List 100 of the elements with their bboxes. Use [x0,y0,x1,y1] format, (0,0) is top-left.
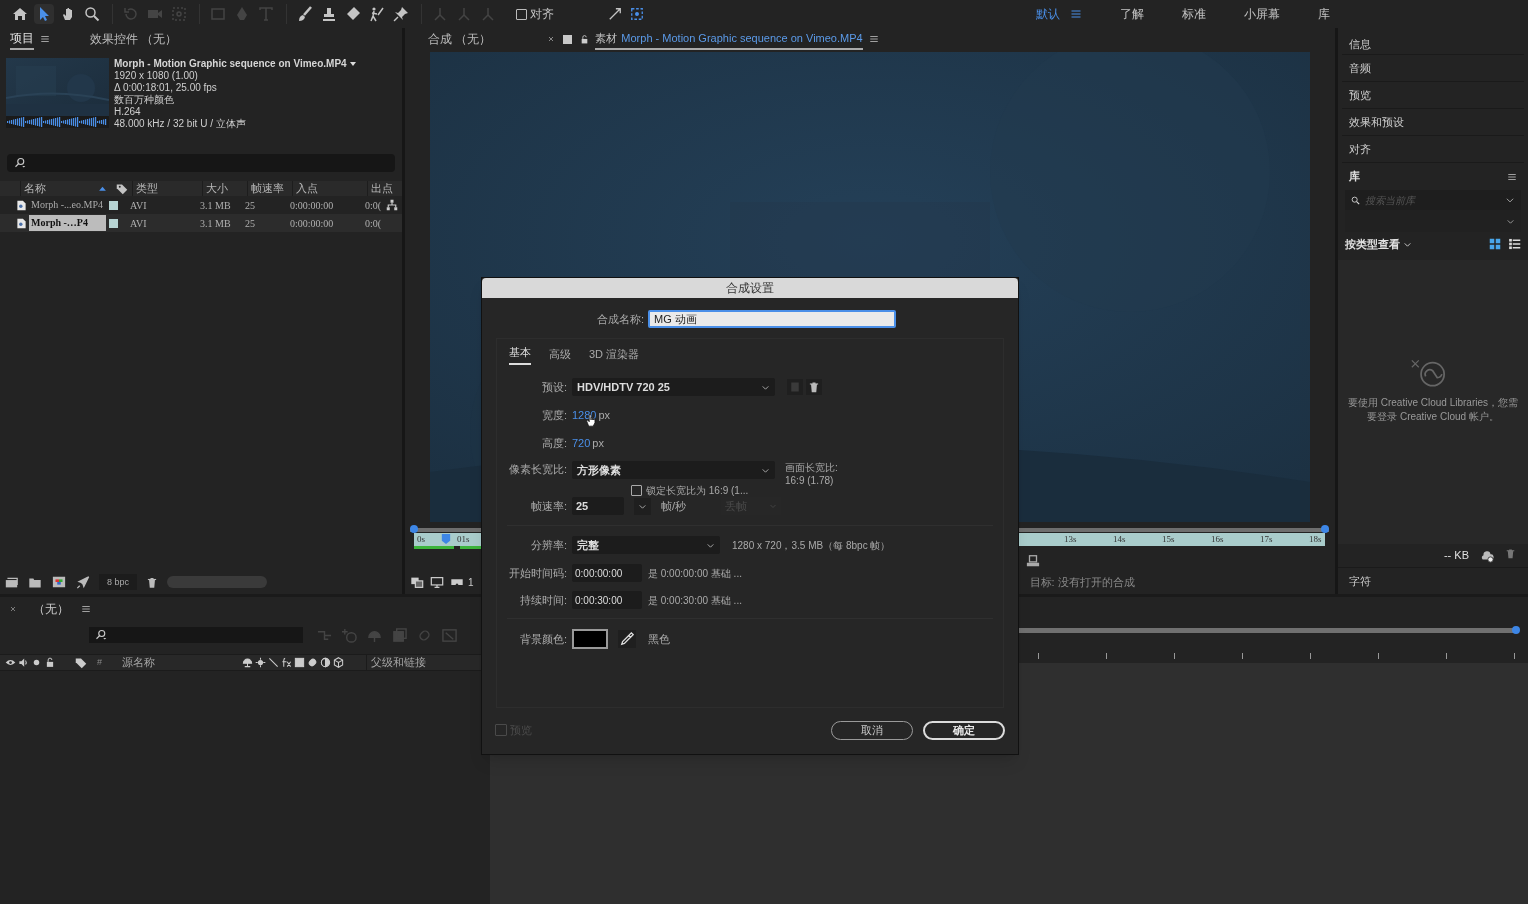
search-field[interactable] [7,154,395,172]
field-label: 画面长宽比: [785,461,838,474]
chevron-down-icon[interactable] [1505,195,1515,205]
flowchart-icon[interactable] [386,199,398,211]
trash-icon[interactable] [806,379,822,395]
expand-arrow-icon[interactable] [608,7,622,21]
sort-ascending-icon[interactable] [97,184,108,193]
workspace-tab[interactable]: 小屏幕 [1244,5,1280,23]
search-icon [13,157,27,169]
file-name: Morph -…P4 [29,215,106,231]
search-icon [1351,195,1360,205]
eye-icon[interactable] [5,657,16,668]
folder-icon[interactable] [28,575,42,589]
panel-tab[interactable]: 项目 [10,28,34,50]
column-header[interactable]: 类型 [136,180,158,197]
table-cell-text: 0:00:00:00 [290,216,335,231]
name-input-field[interactable]: MG 动画 [648,310,896,328]
workspace-tab[interactable]: 默认 [1036,5,1060,23]
eyedropper-icon[interactable] [618,630,636,648]
viewer-tab[interactable]: 素材 Morph - Motion Graphic sequence on Vimeo.MP4 [595,28,863,50]
snap-checkbox[interactable]: 对齐 [516,5,554,23]
pointer-icon[interactable] [34,4,54,24]
new-composition-icon[interactable] [51,575,67,589]
panel-header[interactable]: 效果和预设 [1342,109,1524,136]
label-tag-icon[interactable] [75,656,87,669]
preset-dropdown[interactable]: HDV/HDTV 720 25 [572,378,775,396]
timecode-input[interactable]: 0:00:30:00 [572,591,642,609]
menu-icon[interactable] [81,604,91,614]
viewer-tab[interactable]: 合成 （无） [428,28,492,50]
settings-tab[interactable]: 3D 渲染器 [589,345,640,365]
menu-icon[interactable] [1507,171,1517,182]
timeline-tab[interactable]: （无） [33,600,69,618]
trash-icon[interactable] [146,575,159,589]
frame-aspect-value: 16:9 (1.78) [785,474,835,487]
snap-target-icon[interactable] [630,7,644,21]
panel-header[interactable]: 预览 [1342,82,1524,109]
column-header[interactable]: 父级和链接 [366,654,426,671]
work-area-start-handle[interactable] [410,525,418,533]
table-cell-text: 0:00:00:00 [290,198,335,213]
workspace-tab[interactable]: 库 [1318,5,1330,23]
column-header[interactable]: 帧速率 [251,180,284,197]
timecode-input[interactable]: 0:00:00:00 [572,564,642,582]
ruler-label: 18s [1309,533,1322,546]
unit-label: 帧/秒 [661,498,687,514]
layers-icon[interactable] [410,575,424,589]
resolution-dropdown[interactable]: 完整 [572,536,720,554]
cube-icon[interactable] [333,657,344,668]
column-header[interactable]: 入点 [296,180,318,197]
column-header[interactable]: # [97,655,102,670]
monitor-icon[interactable] [430,575,444,589]
pin-icon[interactable] [391,4,411,24]
panel-header[interactable]: 对齐 [1342,136,1524,163]
search-icon[interactable] [82,4,102,24]
workspace-tab[interactable]: 标准 [1182,5,1206,23]
lock-aspect-checkbox[interactable]: 锁定长宽比为 16:9 (1... [631,483,749,498]
dialog-button[interactable]: 确定 [923,720,1005,740]
panel-header[interactable]: 音频 [1342,55,1524,82]
trash-icon[interactable] [1505,547,1516,560]
panel-header[interactable]: 字符 [1342,568,1524,594]
column-header[interactable]: 大小 [206,180,228,197]
color-swatch[interactable] [572,629,608,649]
close-icon[interactable] [547,35,556,43]
footage-file-icon [16,198,27,212]
settings-tab[interactable]: 高级 [549,345,571,365]
close-icon[interactable] [9,605,17,613]
cloud-sync-icon[interactable] [1479,548,1495,563]
rocket-icon[interactable] [76,575,90,589]
time-navigator-handle[interactable] [1512,626,1520,634]
solo-dot-icon[interactable] [31,657,42,668]
bit-depth-button[interactable]: 8 bpc [99,574,138,590]
project-row[interactable]: Morph -…P4 AVI 3.1 MB 25 0:00:00:00 0:0( [0,214,402,232]
dropdown-arrow-icon[interactable] [348,60,357,68]
workspace-tab[interactable]: 了解 [1120,5,1144,23]
search-icon [94,629,108,641]
lock-icon[interactable] [580,33,590,45]
footage-swatch-icon [563,34,573,44]
column-header[interactable]: 名称 [24,180,46,197]
settings-tab[interactable]: 基本 [509,343,531,365]
panel-header[interactable]: 信息 [1342,28,1524,55]
ruler-label: 17s [1260,533,1273,546]
search-field[interactable] [89,627,303,643]
work-area-end-handle[interactable] [1321,525,1329,533]
column-header[interactable]: 源名称 [122,654,240,671]
panel-tab[interactable]: 效果控件 （无） [90,28,178,50]
list-view-icon[interactable] [1509,238,1521,250]
pixel-aspect-dropdown[interactable]: 方形像素 [572,461,775,479]
lock-icon[interactable] [45,657,55,668]
footage-detail: 数百万种颜色 [114,94,175,106]
grid-view-icon[interactable] [1489,238,1501,250]
column-header[interactable]: 出点 [371,180,393,197]
ruler-label: 01s [457,533,470,546]
menu-icon[interactable] [868,34,879,44]
label-tag-icon[interactable] [116,182,128,195]
value-scrubber[interactable]: 720 [572,434,591,452]
effect-icon[interactable] [281,657,292,668]
speaker-icon[interactable] [18,657,29,668]
zoom-value[interactable]: 1 [468,574,474,590]
menu-icon[interactable] [40,34,50,44]
view-by-dropdown[interactable]: 按类型查看 [1345,235,1412,253]
frame-rate-input[interactable]: 25 [572,497,624,515]
